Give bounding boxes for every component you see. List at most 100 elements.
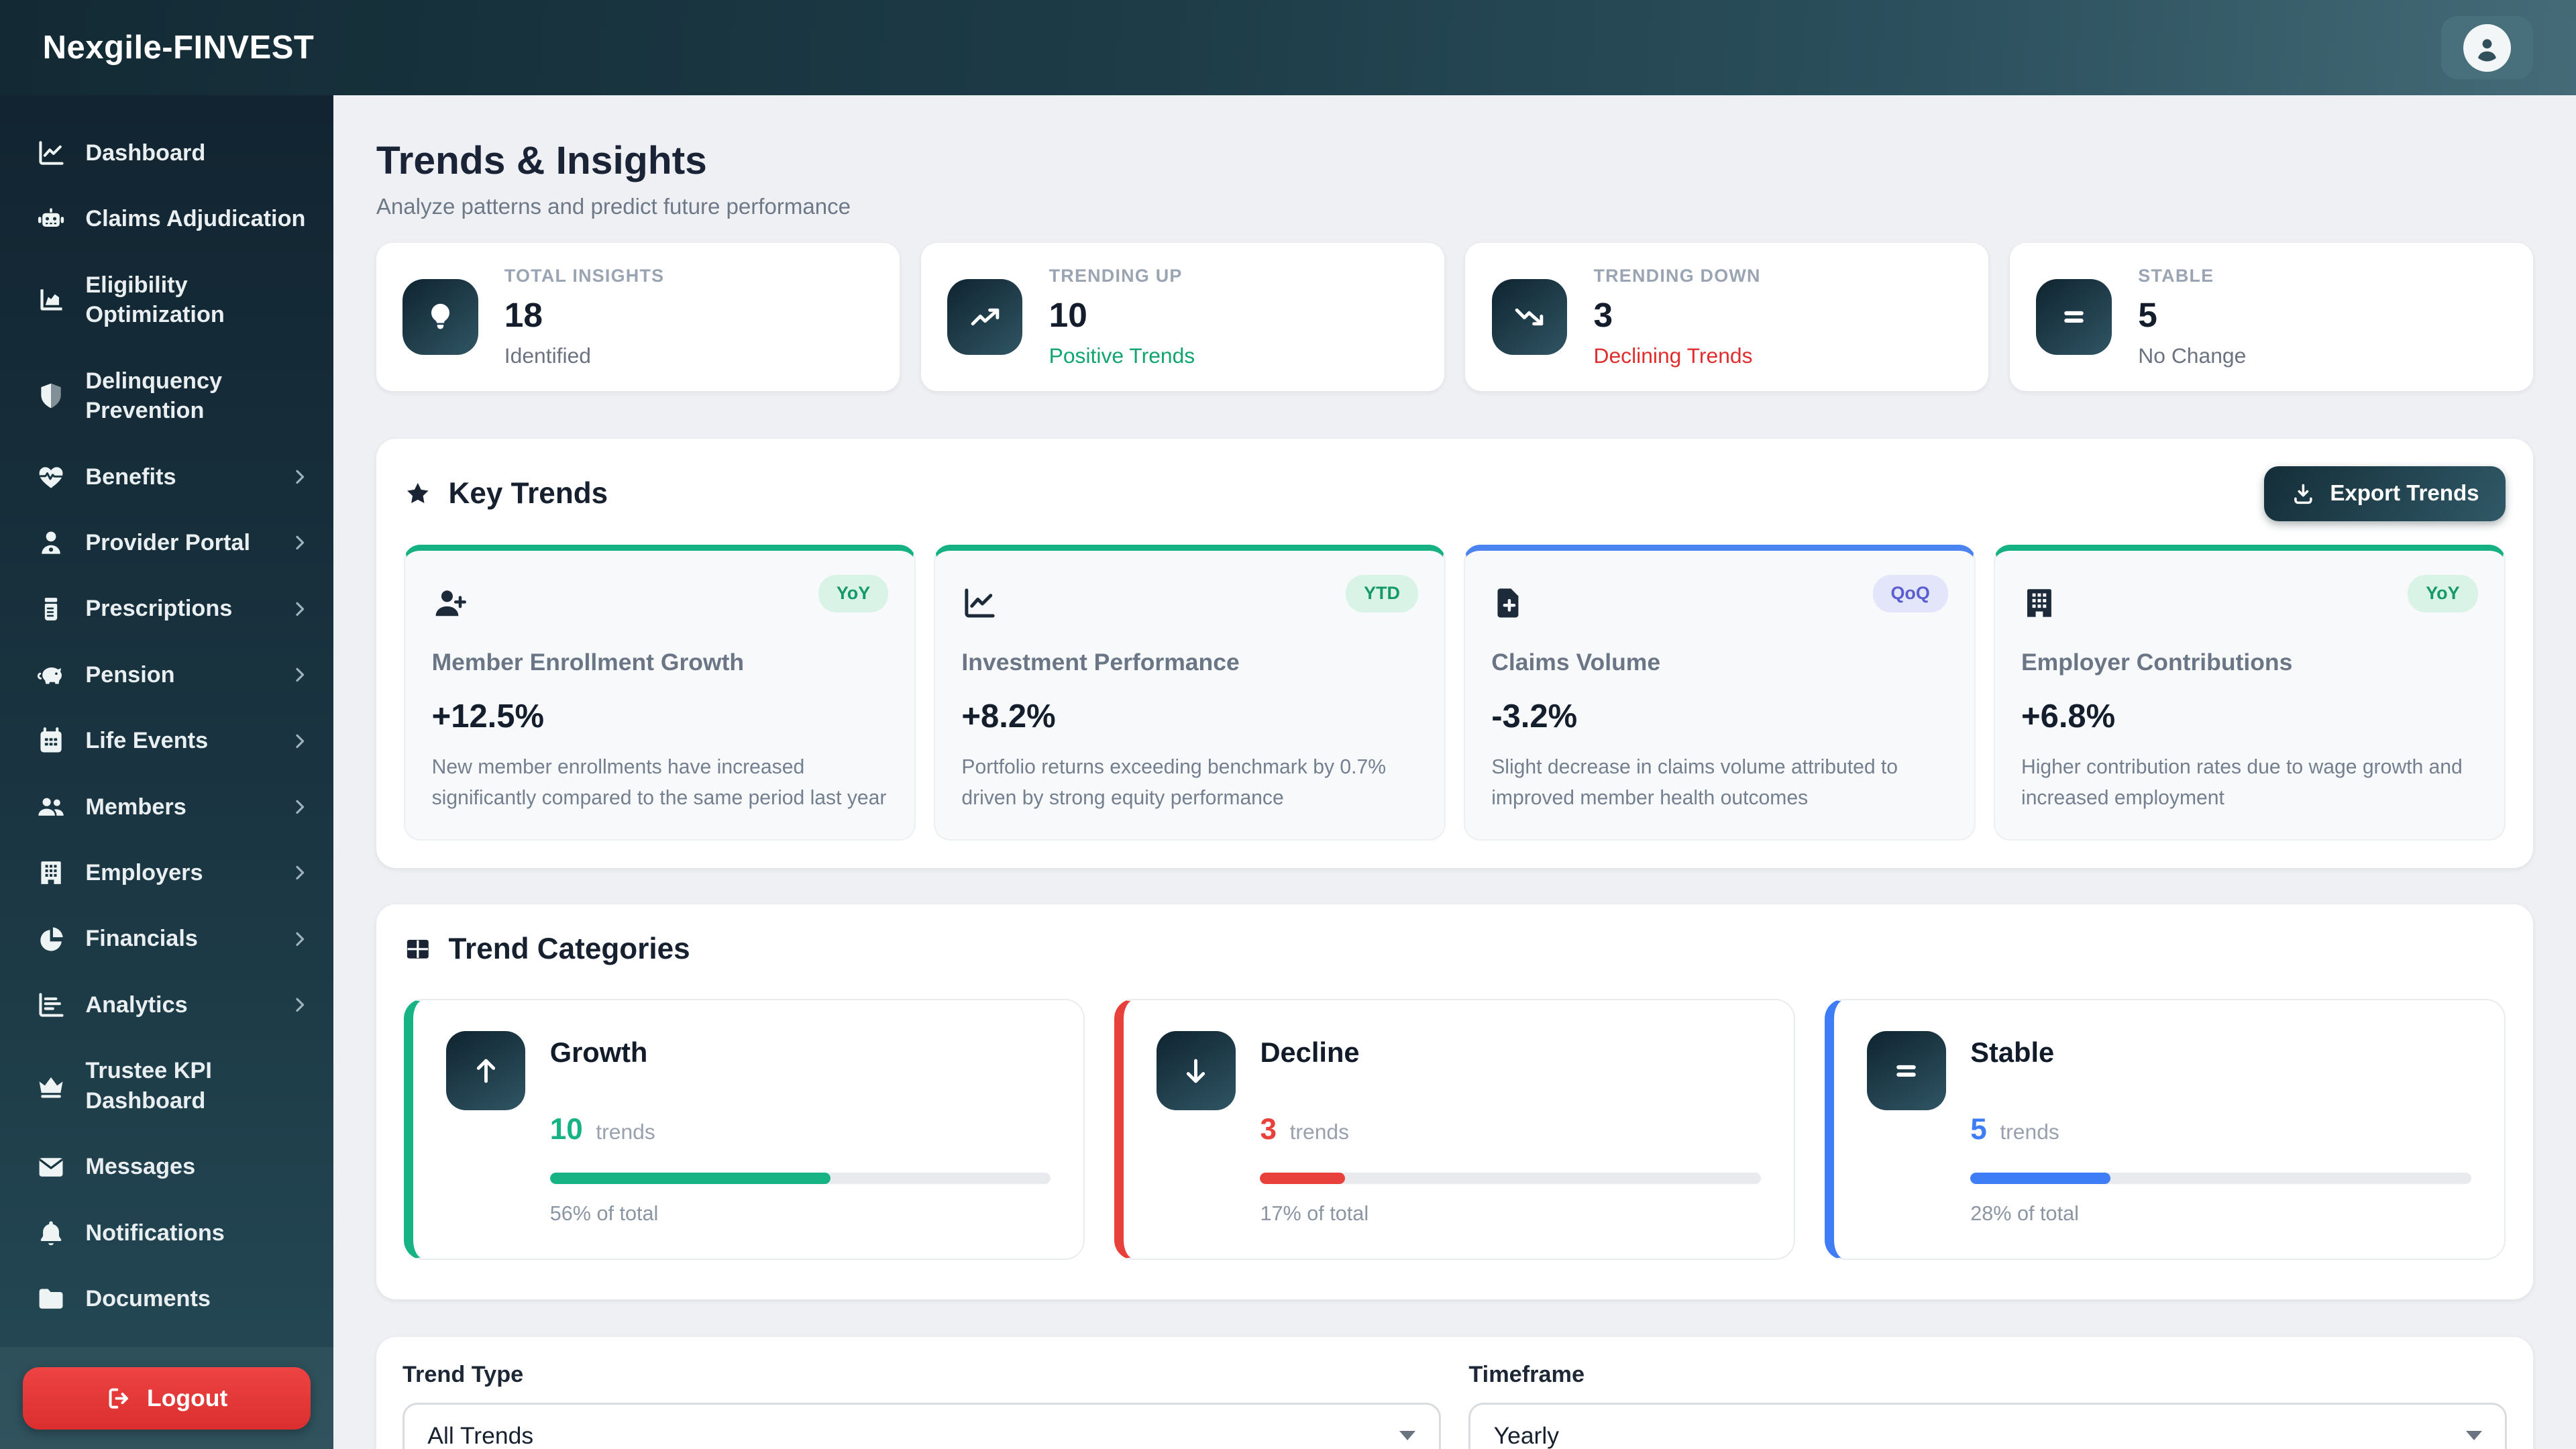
calendar-icon: [36, 726, 66, 755]
sidebar-item-claims-adjudication[interactable]: Claims Adjudication: [0, 188, 333, 251]
top-header-bar: Nexgile-FINVEST: [0, 0, 2576, 95]
sidebar-item-benefits[interactable]: Benefits: [0, 445, 333, 508]
trend-value: +12.5%: [432, 698, 889, 735]
bell-icon: [36, 1218, 66, 1248]
stat-subtext: Declining Trends: [1593, 343, 1760, 368]
sidebar: Dashboard Claims Adjudication Eligibilit…: [0, 95, 333, 1449]
stat-label: STABLE: [2138, 266, 2246, 286]
trend-type-filter: Trend Type All Trends: [402, 1362, 1441, 1449]
category-icon-tile: [1157, 1031, 1236, 1110]
sidebar-item-financials[interactable]: Financials: [0, 908, 333, 971]
category-percent-label: 28% of total: [1970, 1202, 2471, 1226]
sidebar-item-delinquency-prevention[interactable]: Delinquency Prevention: [0, 350, 333, 442]
trend-title: Member Enrollment Growth: [432, 649, 889, 676]
export-trends-button[interactable]: Export Trends: [2264, 466, 2505, 521]
category-title: Growth: [550, 1036, 1051, 1069]
trend-down-icon: [1513, 301, 1546, 333]
chevron-right-icon: [289, 532, 311, 553]
timeframe-value: Yearly: [1494, 1422, 1559, 1449]
sidebar-nav: Dashboard Claims Adjudication Eligibilit…: [0, 95, 333, 1347]
category-count: 5: [1970, 1113, 1987, 1146]
period-badge: YTD: [1346, 575, 1418, 612]
progress-fill: [550, 1173, 830, 1184]
chevron-right-icon: [289, 466, 311, 488]
sidebar-item-eligibility-optimization[interactable]: Eligibility Optimization: [0, 254, 333, 346]
chevron-right-icon: [289, 796, 311, 818]
logout-label: Logout: [147, 1385, 227, 1412]
sidebar-item-members[interactable]: Members: [0, 775, 333, 839]
chevron-right-icon: [289, 928, 311, 950]
prescription-icon: [36, 594, 66, 624]
trend-value: +8.2%: [961, 698, 1418, 735]
chevron-right-icon: [289, 598, 311, 620]
envelope-icon: [36, 1152, 66, 1182]
sidebar-item-messages[interactable]: Messages: [0, 1136, 333, 1199]
sidebar-item-life-events[interactable]: Life Events: [0, 710, 333, 773]
sidebar-item-provider-portal[interactable]: Provider Portal: [0, 511, 333, 574]
stat-icon-tile: [402, 279, 478, 355]
chevron-right-icon: [289, 994, 311, 1016]
category-icon-tile: [1867, 1031, 1946, 1110]
chart-line-icon: [961, 585, 998, 621]
category-percent-label: 56% of total: [550, 1202, 1051, 1226]
timeframe-filter: Timeframe Yearly: [1468, 1362, 2507, 1449]
sidebar-item-documents[interactable]: Documents: [0, 1268, 333, 1331]
trend-description: Higher contribution rates due to wage gr…: [2021, 752, 2478, 814]
logout-button[interactable]: Logout: [23, 1367, 311, 1430]
key-trends-title: Key Trends: [449, 477, 2248, 511]
sidebar-logout-section: Logout: [0, 1347, 333, 1449]
stat-label: TRENDING UP: [1049, 266, 1195, 286]
stat-subtext: Positive Trends: [1049, 343, 1195, 368]
brand-title: Nexgile-FINVEST: [43, 29, 315, 66]
trend-value: -3.2%: [1491, 698, 1948, 735]
arrow-down-icon: [1179, 1055, 1212, 1087]
stat-value: 3: [1593, 294, 1760, 335]
stat-value: 5: [2138, 294, 2246, 335]
category-count: 10: [550, 1113, 583, 1146]
sidebar-item-prescriptions[interactable]: Prescriptions: [0, 578, 333, 641]
avatar: [2463, 24, 2511, 72]
stat-card-stable: STABLE 5 No Change: [2010, 243, 2533, 390]
arrow-up-icon: [470, 1055, 502, 1087]
category-unit: trends: [2000, 1120, 2059, 1144]
heart-pulse-icon: [36, 462, 66, 492]
sidebar-item-employers[interactable]: Employers: [0, 842, 333, 905]
user-menu-button[interactable]: [2441, 16, 2533, 78]
chevron-right-icon: [289, 664, 311, 686]
chevron-down-icon: [2466, 1431, 2482, 1440]
sidebar-item-pension[interactable]: Pension: [0, 643, 333, 706]
trend-categories-panel: Trend Categories Growth 10 trends 56% of…: [376, 904, 2534, 1299]
stat-subtext: No Change: [2138, 343, 2246, 368]
grid-icon: [404, 935, 432, 963]
stat-value: 10: [1049, 294, 1195, 335]
trend-type-select[interactable]: All Trends: [402, 1403, 1441, 1449]
category-card-stable: Stable 5 trends 28% of total: [1825, 999, 2506, 1260]
sidebar-item-trustee-kpi-dashboard[interactable]: Trustee KPI Dashboard: [0, 1040, 333, 1132]
chevron-right-icon: [289, 862, 311, 883]
key-trends-header: Key Trends Export Trends: [404, 466, 2505, 521]
trend-title: Employer Contributions: [2021, 649, 2478, 676]
main-content: Trends & Insights Analyze patterns and p…: [333, 95, 2576, 1449]
sidebar-item-analytics[interactable]: Analytics: [0, 973, 333, 1036]
sidebar-item-notifications[interactable]: Notifications: [0, 1201, 333, 1265]
progress-fill: [1970, 1173, 2110, 1184]
sidebar-item-dashboard[interactable]: Dashboard: [0, 121, 333, 184]
progress-bar: [1970, 1173, 2471, 1184]
bar-chart-icon: [36, 990, 66, 1020]
folder-icon: [36, 1284, 66, 1313]
category-percent-label: 17% of total: [1260, 1202, 1760, 1226]
key-trends-panel: Key Trends Export Trends YoY Member Enro…: [376, 439, 2534, 869]
chart-area-icon: [36, 285, 66, 315]
category-cards-grid: Growth 10 trends 56% of total Decline 3 …: [404, 999, 2505, 1260]
trend-title: Claims Volume: [1491, 649, 1948, 676]
category-count: 3: [1260, 1113, 1277, 1146]
trend-value: +6.8%: [2021, 698, 2478, 735]
page-subtitle: Analyze patterns and predict future perf…: [376, 195, 2534, 220]
category-unit: trends: [596, 1120, 655, 1144]
page-title: Trends & Insights: [376, 138, 2534, 183]
timeframe-select[interactable]: Yearly: [1468, 1403, 2507, 1449]
filters-panel: Trend Type All Trends Timeframe Yearly: [376, 1337, 2534, 1449]
stat-card-total-insights: TOTAL INSIGHTS 18 Identified: [376, 243, 900, 390]
equals-icon: [2057, 301, 2090, 333]
trend-up-icon: [969, 301, 1002, 333]
